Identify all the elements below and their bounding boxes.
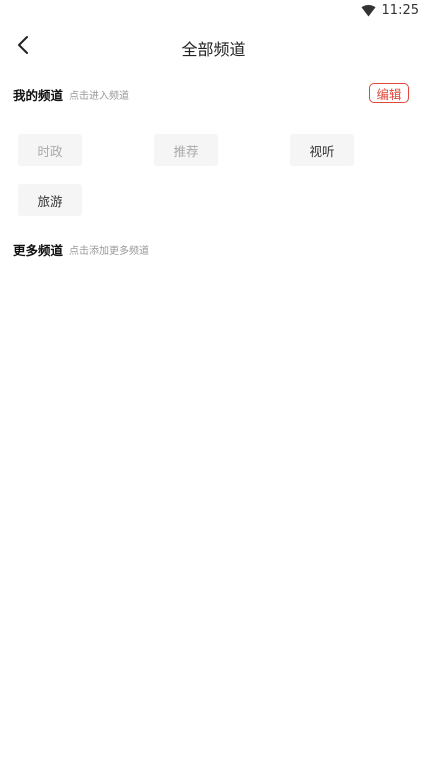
my-channels-hint: 点击进入频道 [69, 90, 130, 102]
more-channels-hint: 点击添加更多频道 [69, 245, 150, 257]
channel-chip-tuijian[interactable]: 推荐 [154, 134, 218, 166]
my-channels-header: 我的频道 点击进入频道 编辑 [13, 82, 409, 106]
edit-button[interactable]: 编辑 [369, 83, 409, 103]
status-bar: 11:25 [0, 0, 427, 22]
title-bar: 全部频道 [0, 24, 427, 68]
status-bar-right: 11:25 [361, 3, 419, 18]
more-channels-header: 更多频道 点击添加更多频道 [13, 237, 409, 261]
channel-chip-shiting[interactable]: 视听 [290, 134, 354, 166]
status-time: 11:25 [381, 3, 419, 18]
channel-chip-lvyou[interactable]: 旅游 [18, 184, 82, 216]
page-title: 全部频道 [181, 40, 246, 59]
my-channels-title: 我的频道 [13, 87, 64, 103]
more-channels-title: 更多频道 [13, 242, 64, 258]
wifi-icon [361, 4, 376, 17]
channel-chip-shizheng[interactable]: 时政 [18, 134, 82, 166]
